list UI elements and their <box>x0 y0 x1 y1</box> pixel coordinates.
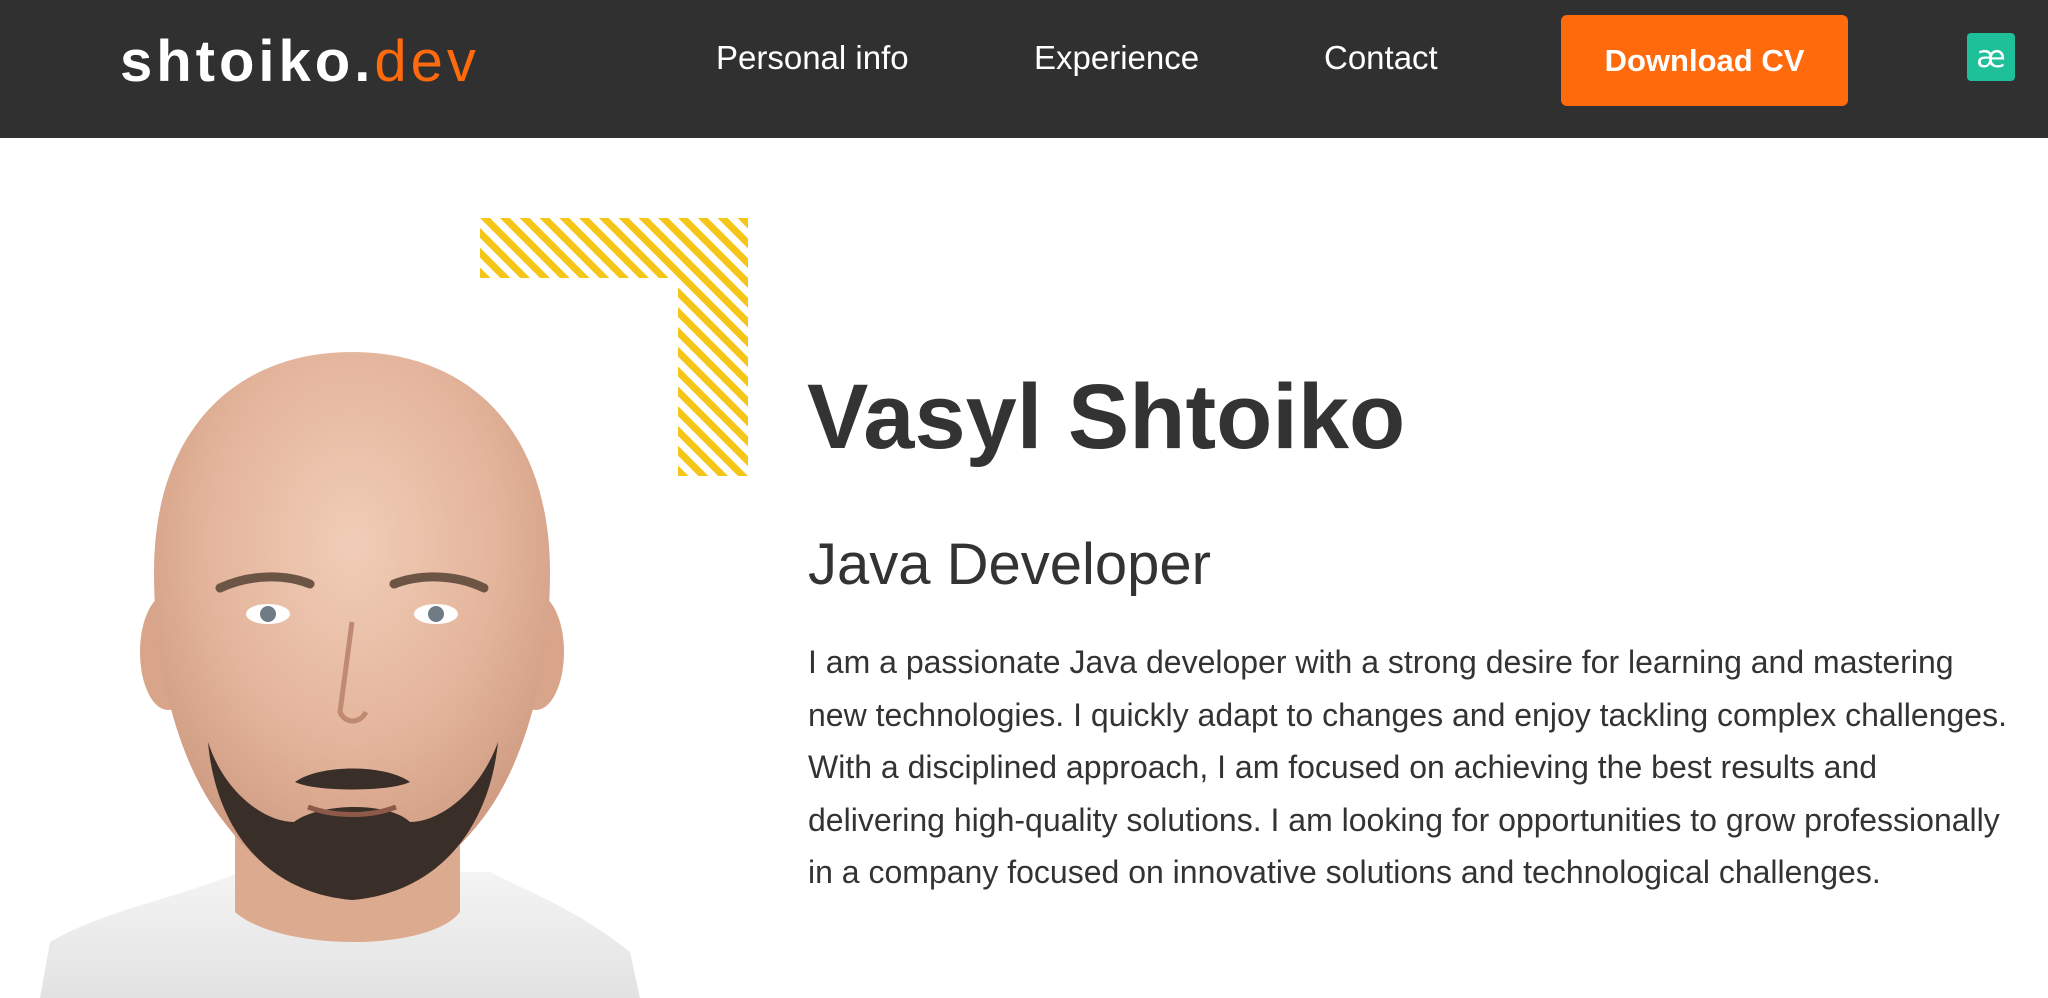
profile-role: Java Developer <box>808 532 1211 597</box>
profile-bio: I am a passionate Java developer with a … <box>808 644 2007 891</box>
nav-link-personal-info[interactable]: Personal info <box>716 38 909 78</box>
site-logo[interactable]: shtoiko.dev <box>120 28 480 96</box>
page: shtoiko.dev Personal info Experience Con… <box>0 0 2048 998</box>
download-cv-button[interactable]: Download CV <box>1561 15 1848 106</box>
logo-accent-text: dev <box>374 29 480 94</box>
profile-photo <box>40 352 640 998</box>
nav-link-contact[interactable]: Contact <box>1324 38 1438 78</box>
nav-link-experience[interactable]: Experience <box>1034 38 1199 78</box>
profile-name: Vasyl Shtoiko <box>807 366 1406 468</box>
extension-ae-icon[interactable]: æ <box>1967 33 2015 81</box>
top-navbar: shtoiko.dev Personal info Experience Con… <box>0 0 2048 138</box>
logo-main-text: shtoiko. <box>120 29 375 94</box>
